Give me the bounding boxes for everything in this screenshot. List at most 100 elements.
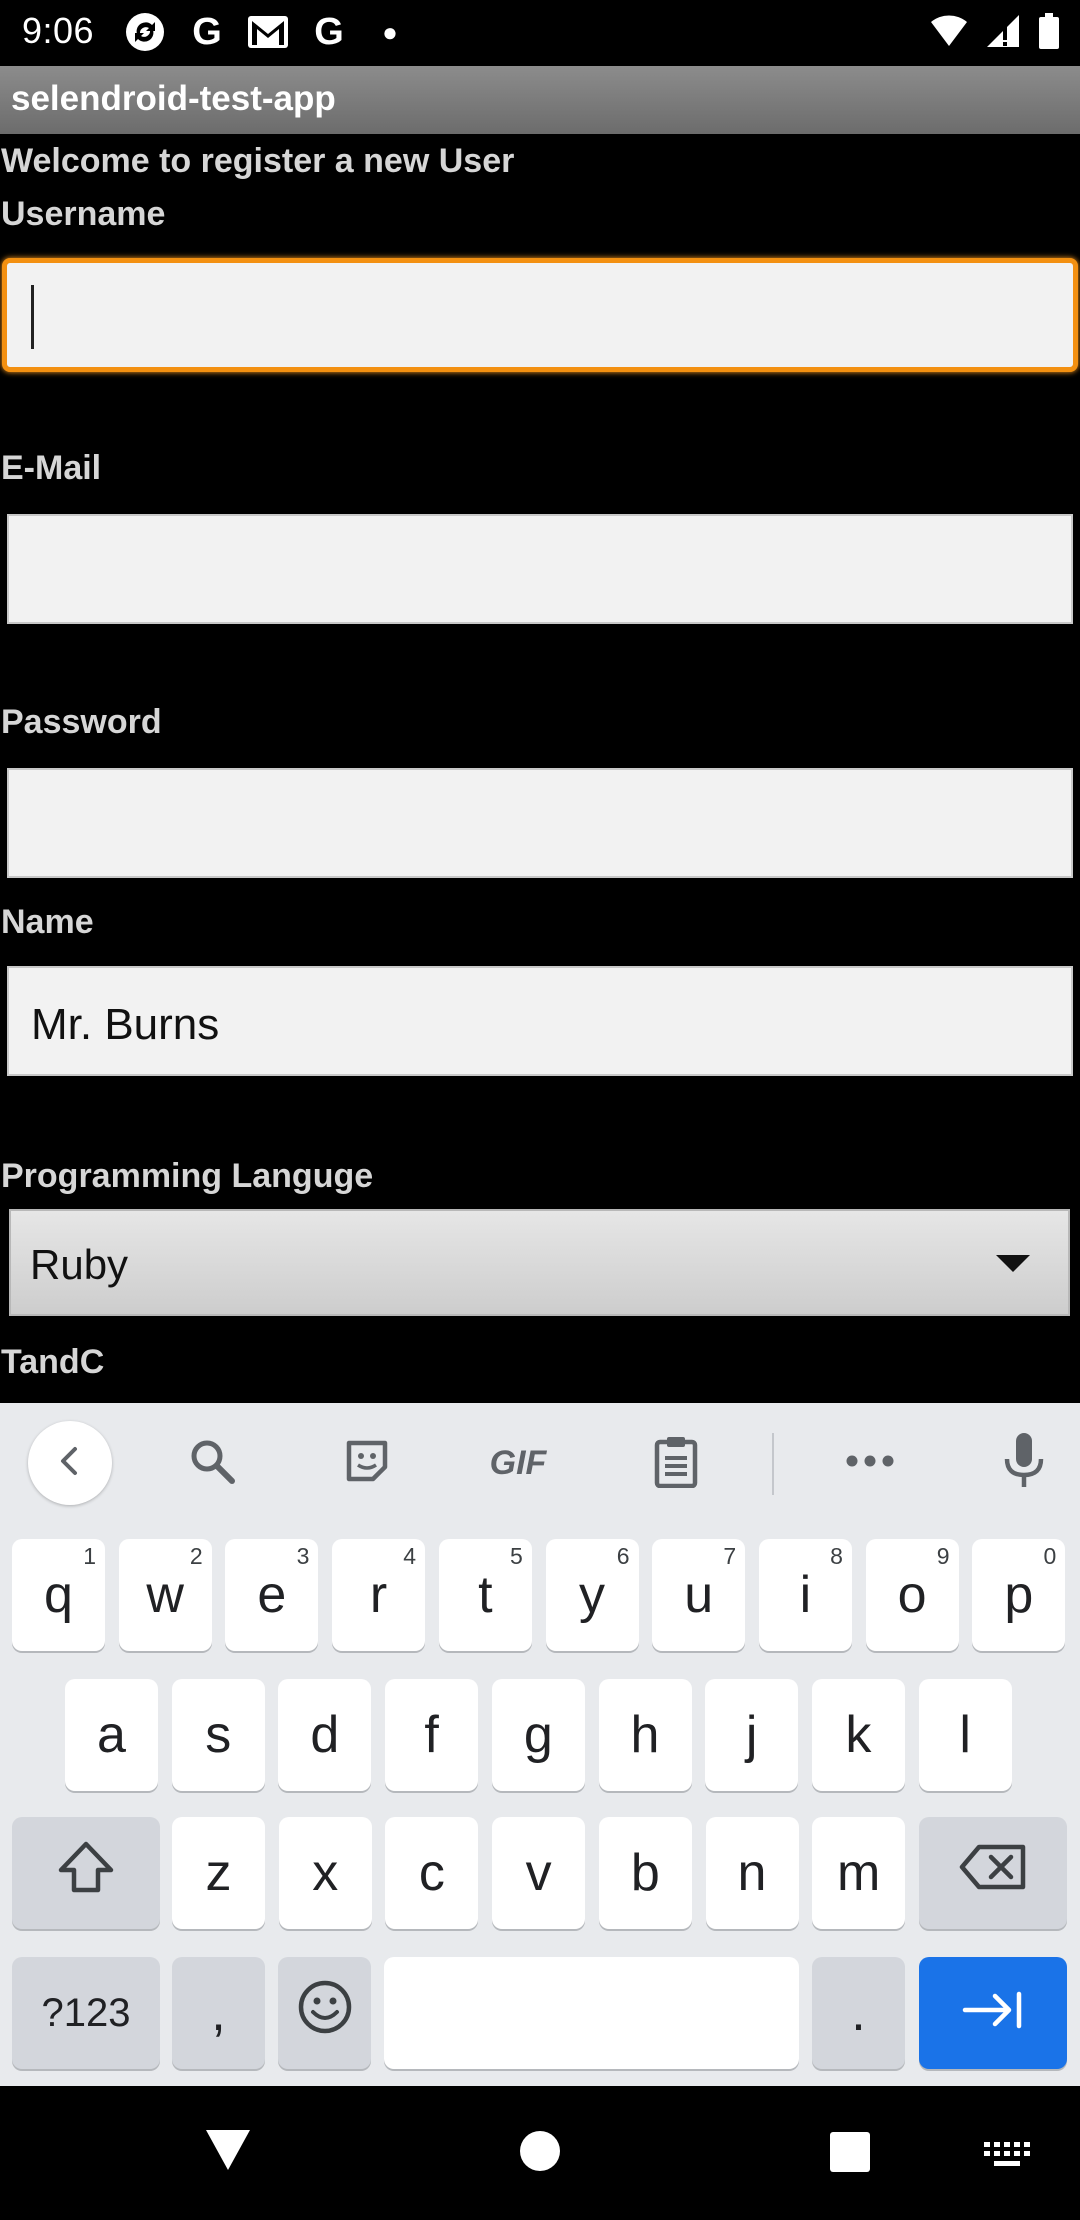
key-e[interactable]: e3: [225, 1539, 319, 1651]
key-label: b: [630, 1844, 660, 1902]
shift-key[interactable]: [12, 1817, 160, 1929]
key-hint: 7: [723, 1543, 737, 1569]
key-f[interactable]: f: [385, 1679, 479, 1791]
password-label: Password: [1, 703, 162, 741]
key-o[interactable]: o9: [865, 1539, 959, 1651]
navigation-bar: [0, 2086, 1080, 2220]
key-label: w: [146, 1566, 184, 1624]
key-y[interactable]: y6: [545, 1539, 639, 1651]
keyboard-search-button[interactable]: [182, 1433, 242, 1493]
language-label: Programming Languge: [1, 1157, 374, 1195]
key-r[interactable]: r4: [332, 1539, 426, 1651]
nav-back-button[interactable]: [204, 2128, 252, 2177]
keyboard-sticker-button[interactable]: [336, 1433, 398, 1493]
nav-recents-button[interactable]: [830, 2132, 870, 2177]
space-key[interactable]: [384, 1957, 799, 2069]
signal-icon: [986, 14, 1020, 53]
username-label: Username: [1, 195, 166, 233]
key-h[interactable]: h: [598, 1679, 692, 1791]
key-u[interactable]: u7: [652, 1539, 746, 1651]
key-label: y: [579, 1566, 605, 1624]
language-dropdown[interactable]: Ruby: [9, 1209, 1070, 1316]
keyboard-toolbar: GIF: [0, 1403, 1080, 1523]
tab-next-icon: [961, 1983, 1025, 2043]
key-v[interactable]: v: [492, 1817, 586, 1929]
key-label: c: [418, 1844, 445, 1902]
key-q[interactable]: q1: [12, 1539, 105, 1651]
google-icon: G: [314, 10, 344, 53]
name-field[interactable]: Mr. Burns: [7, 966, 1073, 1076]
key-label: d: [310, 1706, 340, 1764]
dot-icon: ●: [382, 16, 398, 47]
nav-home-button[interactable]: [519, 2130, 561, 2177]
key-hint: 8: [830, 1543, 843, 1569]
sync-icon: [123, 12, 167, 52]
key-label: n: [737, 1844, 767, 1902]
keyboard-more-button[interactable]: [840, 1433, 900, 1493]
app-title: selendroid-test-app: [11, 79, 336, 118]
key-label: f: [424, 1706, 439, 1764]
key-l[interactable]: l: [918, 1679, 1012, 1791]
key-label: h: [630, 1706, 660, 1764]
key-label: x: [312, 1844, 339, 1902]
name-value: Mr. Burns: [31, 1000, 220, 1049]
key-label: z: [205, 1844, 232, 1902]
key-m[interactable]: m: [812, 1817, 906, 1929]
key-label: r: [369, 1566, 388, 1624]
password-field[interactable]: [7, 768, 1073, 878]
key-label: e: [257, 1566, 287, 1624]
more-horizontal-icon: [845, 1454, 895, 1473]
key-x[interactable]: x: [278, 1817, 372, 1929]
key-label: i: [799, 1566, 812, 1624]
key-g[interactable]: g: [491, 1679, 585, 1791]
key-label: a: [97, 1706, 126, 1764]
key-p[interactable]: p0: [972, 1539, 1066, 1651]
key-label: v: [525, 1844, 552, 1902]
key-label: k: [845, 1706, 872, 1764]
key-c[interactable]: c: [385, 1817, 479, 1929]
sticker-icon: [343, 1437, 391, 1490]
key-s[interactable]: s: [171, 1679, 265, 1791]
comma-key-label: ,: [211, 1984, 226, 2042]
key-j[interactable]: j: [705, 1679, 799, 1791]
comma-key[interactable]: ,: [172, 1957, 265, 2069]
period-key[interactable]: .: [812, 1957, 905, 2069]
key-label: q: [44, 1566, 73, 1624]
key-t[interactable]: t5: [438, 1539, 532, 1651]
key-a[interactable]: a: [65, 1679, 158, 1791]
next-action-key[interactable]: [919, 1957, 1067, 2069]
key-z[interactable]: z: [172, 1817, 265, 1929]
key-k[interactable]: k: [811, 1679, 905, 1791]
backspace-key[interactable]: [919, 1817, 1067, 1929]
key-w[interactable]: w2: [118, 1539, 212, 1651]
soft-keyboard: GIF ?123 , . q 1 w 2 e 3 r 4 t 5 y 6 u 7…: [0, 1403, 1080, 2086]
app-title-bar: selendroid-test-app: [0, 66, 1080, 134]
keyboard-clipboard-button[interactable]: [646, 1433, 706, 1493]
key-label: s: [205, 1706, 232, 1764]
key-hint: 6: [616, 1543, 630, 1569]
symbols-key-label: ?123: [41, 1990, 131, 2035]
keyboard-voice-button[interactable]: [994, 1432, 1054, 1493]
keyboard-switch-icon[interactable]: [984, 2142, 1030, 2175]
key-i[interactable]: i8: [758, 1539, 852, 1651]
battery-icon: [1038, 12, 1060, 54]
key-label: t: [478, 1566, 493, 1624]
symbols-key[interactable]: ?123: [12, 1957, 160, 2069]
key-hint: 4: [403, 1543, 417, 1569]
key-label: m: [837, 1844, 881, 1902]
status-time: 9:06: [22, 10, 95, 51]
keyboard-back-button[interactable]: [28, 1421, 112, 1505]
key-hint: 0: [1043, 1543, 1057, 1569]
emoji-key[interactable]: [278, 1957, 371, 2069]
email-field[interactable]: [7, 514, 1073, 624]
period-key-label: .: [851, 1984, 866, 2042]
username-field[interactable]: [2, 258, 1078, 372]
key-n[interactable]: n: [705, 1817, 799, 1929]
key-b[interactable]: b: [598, 1817, 692, 1929]
text-cursor: [31, 285, 34, 349]
name-label: Name: [1, 903, 94, 941]
keyboard-gif-button[interactable]: GIF: [480, 1433, 556, 1493]
key-d[interactable]: d: [278, 1679, 372, 1791]
key-label: p: [1004, 1566, 1034, 1624]
key-label: j: [745, 1706, 758, 1764]
